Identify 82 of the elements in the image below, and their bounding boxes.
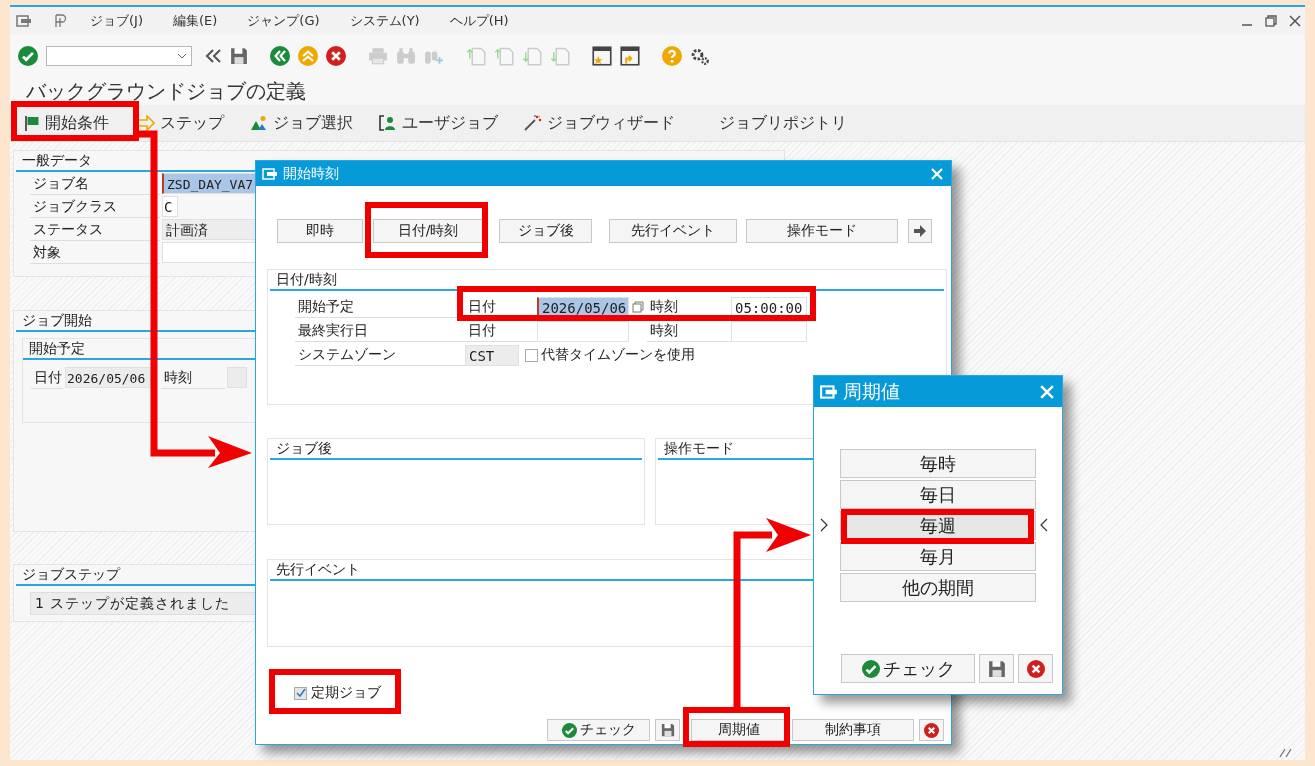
restore-icon[interactable]: [1265, 15, 1277, 27]
check-icon: [561, 722, 577, 738]
wand-icon: [524, 115, 542, 131]
arrow-icon: [913, 225, 927, 237]
back-icon[interactable]: [270, 46, 290, 66]
close-icon[interactable]: [1289, 15, 1301, 27]
period-option[interactable]: 毎時: [840, 449, 1036, 478]
period-option[interactable]: 毎月: [840, 542, 1036, 571]
toolbar-button[interactable]: ジョブウィザード: [518, 108, 681, 138]
field-label: 日付: [31, 366, 63, 389]
flag-icon: [24, 115, 40, 131]
tab-button[interactable]: 即時: [277, 219, 363, 243]
menu-item[interactable]: システム(Y): [349, 12, 420, 30]
tab-button[interactable]: 日付/時刻: [373, 219, 483, 243]
menu-item[interactable]: ジャンプ(G): [247, 12, 320, 30]
save-icon[interactable]: [230, 47, 248, 65]
field-label: 対象: [30, 241, 160, 264]
resize-grip-icon[interactable]: [1279, 748, 1293, 758]
tab-button[interactable]: 先行イベント: [609, 219, 737, 243]
next-button[interactable]: [908, 219, 932, 243]
input-field[interactable]: C: [162, 196, 178, 217]
field-label: 開始予定: [295, 296, 465, 318]
date-field[interactable]: [537, 320, 629, 342]
caret-icon[interactable]: [177, 53, 187, 59]
window-icon[interactable]: [16, 15, 32, 27]
save-icon: [987, 659, 1006, 678]
cancel-button[interactable]: [1018, 654, 1053, 683]
screen-title: バックグラウンドジョブの定義: [25, 78, 307, 105]
check-icon[interactable]: [18, 46, 38, 66]
group-title: ジョブ後: [270, 439, 642, 460]
date-field[interactable]: 2026/05/06: [65, 367, 151, 388]
checkbox[interactable]: [294, 686, 307, 700]
new-window-icon[interactable]: [592, 46, 612, 66]
chevron-icon: [820, 518, 828, 532]
calendar-help-icon[interactable]: [632, 301, 644, 313]
save-icon: [660, 723, 675, 737]
check-button[interactable]: チェック: [547, 719, 650, 741]
tab-button[interactable]: 操作モード: [746, 219, 898, 243]
toolbar-button[interactable]: ステップ: [131, 108, 230, 138]
period-option[interactable]: 他の期間: [840, 573, 1036, 602]
checkbox[interactable]: [525, 348, 538, 362]
save-button[interactable]: [979, 654, 1014, 683]
menu-item[interactable]: ヘルプ(H): [449, 12, 509, 30]
save-button[interactable]: [655, 719, 680, 741]
cancel-icon: [1026, 659, 1045, 678]
date-field[interactable]: 2026/05/06: [537, 296, 629, 318]
field-label: ジョブクラス: [30, 195, 160, 218]
toolbar-button[interactable]: ジョブ選択: [244, 108, 359, 138]
dialog-button[interactable]: 制約事項: [792, 719, 914, 741]
field-label: 時刻: [161, 366, 225, 389]
settings-icon[interactable]: [690, 46, 710, 66]
toolbar-button[interactable]: ユーザジョブ: [373, 108, 504, 138]
command-field[interactable]: [46, 46, 192, 66]
field-label: 最終実行日: [295, 320, 465, 342]
period-option[interactable]: 毎日: [840, 480, 1036, 509]
window-icon: [262, 167, 278, 180]
menu-item[interactable]: ジョブ(J): [90, 12, 143, 30]
double-chevron-icon[interactable]: [204, 48, 222, 64]
toolbar-button[interactable]: ジョブリポジトリ: [713, 108, 853, 138]
field-label: ステータス: [30, 218, 160, 241]
chevron-icon: [1040, 518, 1048, 532]
time-field[interactable]: 05:00:00: [731, 296, 807, 318]
group-title: 日付/時刻: [270, 270, 944, 291]
menu-item[interactable]: 編集(E): [173, 12, 218, 30]
cancel-icon: [924, 722, 939, 738]
tab-button[interactable]: ジョブ後: [499, 219, 592, 243]
check-icon: [861, 659, 880, 678]
mountain-icon: [250, 115, 268, 131]
field-label: ジョブ名: [30, 172, 160, 195]
zone-field[interactable]: CST: [465, 344, 519, 366]
checkbox-label: 定期ジョブ: [311, 684, 381, 702]
cancel-button[interactable]: [919, 719, 944, 741]
time-field[interactable]: [731, 320, 807, 342]
user-icon: [379, 115, 397, 131]
shortcut-icon[interactable]: [620, 46, 640, 66]
cancel-icon[interactable]: [326, 46, 346, 66]
window-icon: [820, 384, 838, 399]
arrow-icon: [137, 115, 155, 131]
dialog-button[interactable]: 周期値: [691, 719, 787, 741]
dialog-title: 周期値: [843, 378, 900, 404]
toolbar-button[interactable]: 開始条件: [18, 108, 115, 138]
check-button[interactable]: チェック: [841, 654, 975, 683]
